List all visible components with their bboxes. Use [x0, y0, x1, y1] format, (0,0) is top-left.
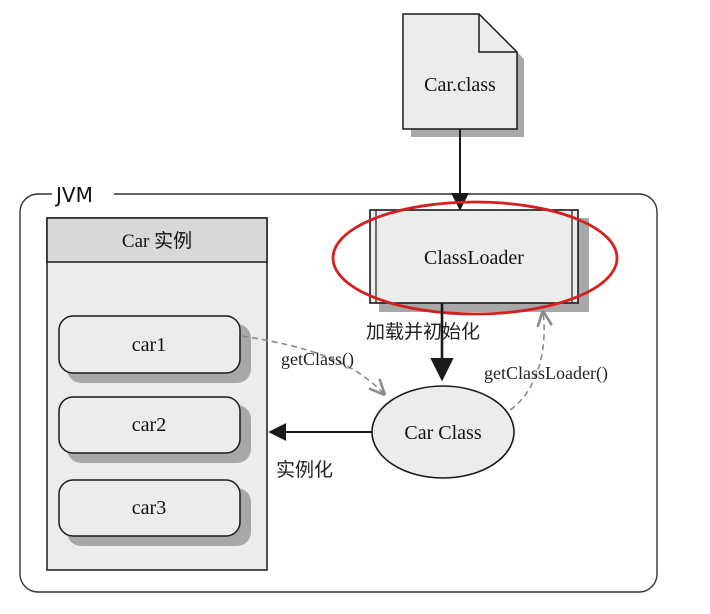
load-init-label: 加载并初始化 [366, 321, 480, 343]
jvm-label: JVM [54, 183, 93, 207]
instance-label-car2: car2 [132, 414, 166, 436]
file-icon [402, 13, 518, 130]
instance-label-car3: car3 [132, 497, 166, 519]
classloader-node: ClassLoader [369, 209, 589, 312]
car-class-file-node: Car.class [402, 13, 524, 137]
car-instances-container: Car 实例 car1 car2 car3 [46, 217, 268, 571]
list-item: car1 [58, 315, 251, 383]
car-class-label: Car Class [404, 422, 481, 444]
instance-label-car1: car1 [132, 334, 166, 356]
list-item: car2 [58, 396, 251, 463]
get-classloader-arrow [509, 312, 544, 411]
jvm-classloading-diagram: Car.class JVM ClassLoader 加载并初始化 getClas… [19, 13, 658, 593]
classloader-label: ClassLoader [424, 247, 524, 269]
car-class-node: Car Class [371, 385, 515, 479]
file-label: Car.class [424, 74, 496, 96]
list-item: car3 [58, 479, 251, 546]
get-class-label: getClass() [281, 349, 354, 370]
instantiate-label: 实例化 [276, 459, 333, 481]
get-classloader-label: getClassLoader() [484, 363, 608, 384]
instances-title: Car 实例 [122, 230, 192, 252]
